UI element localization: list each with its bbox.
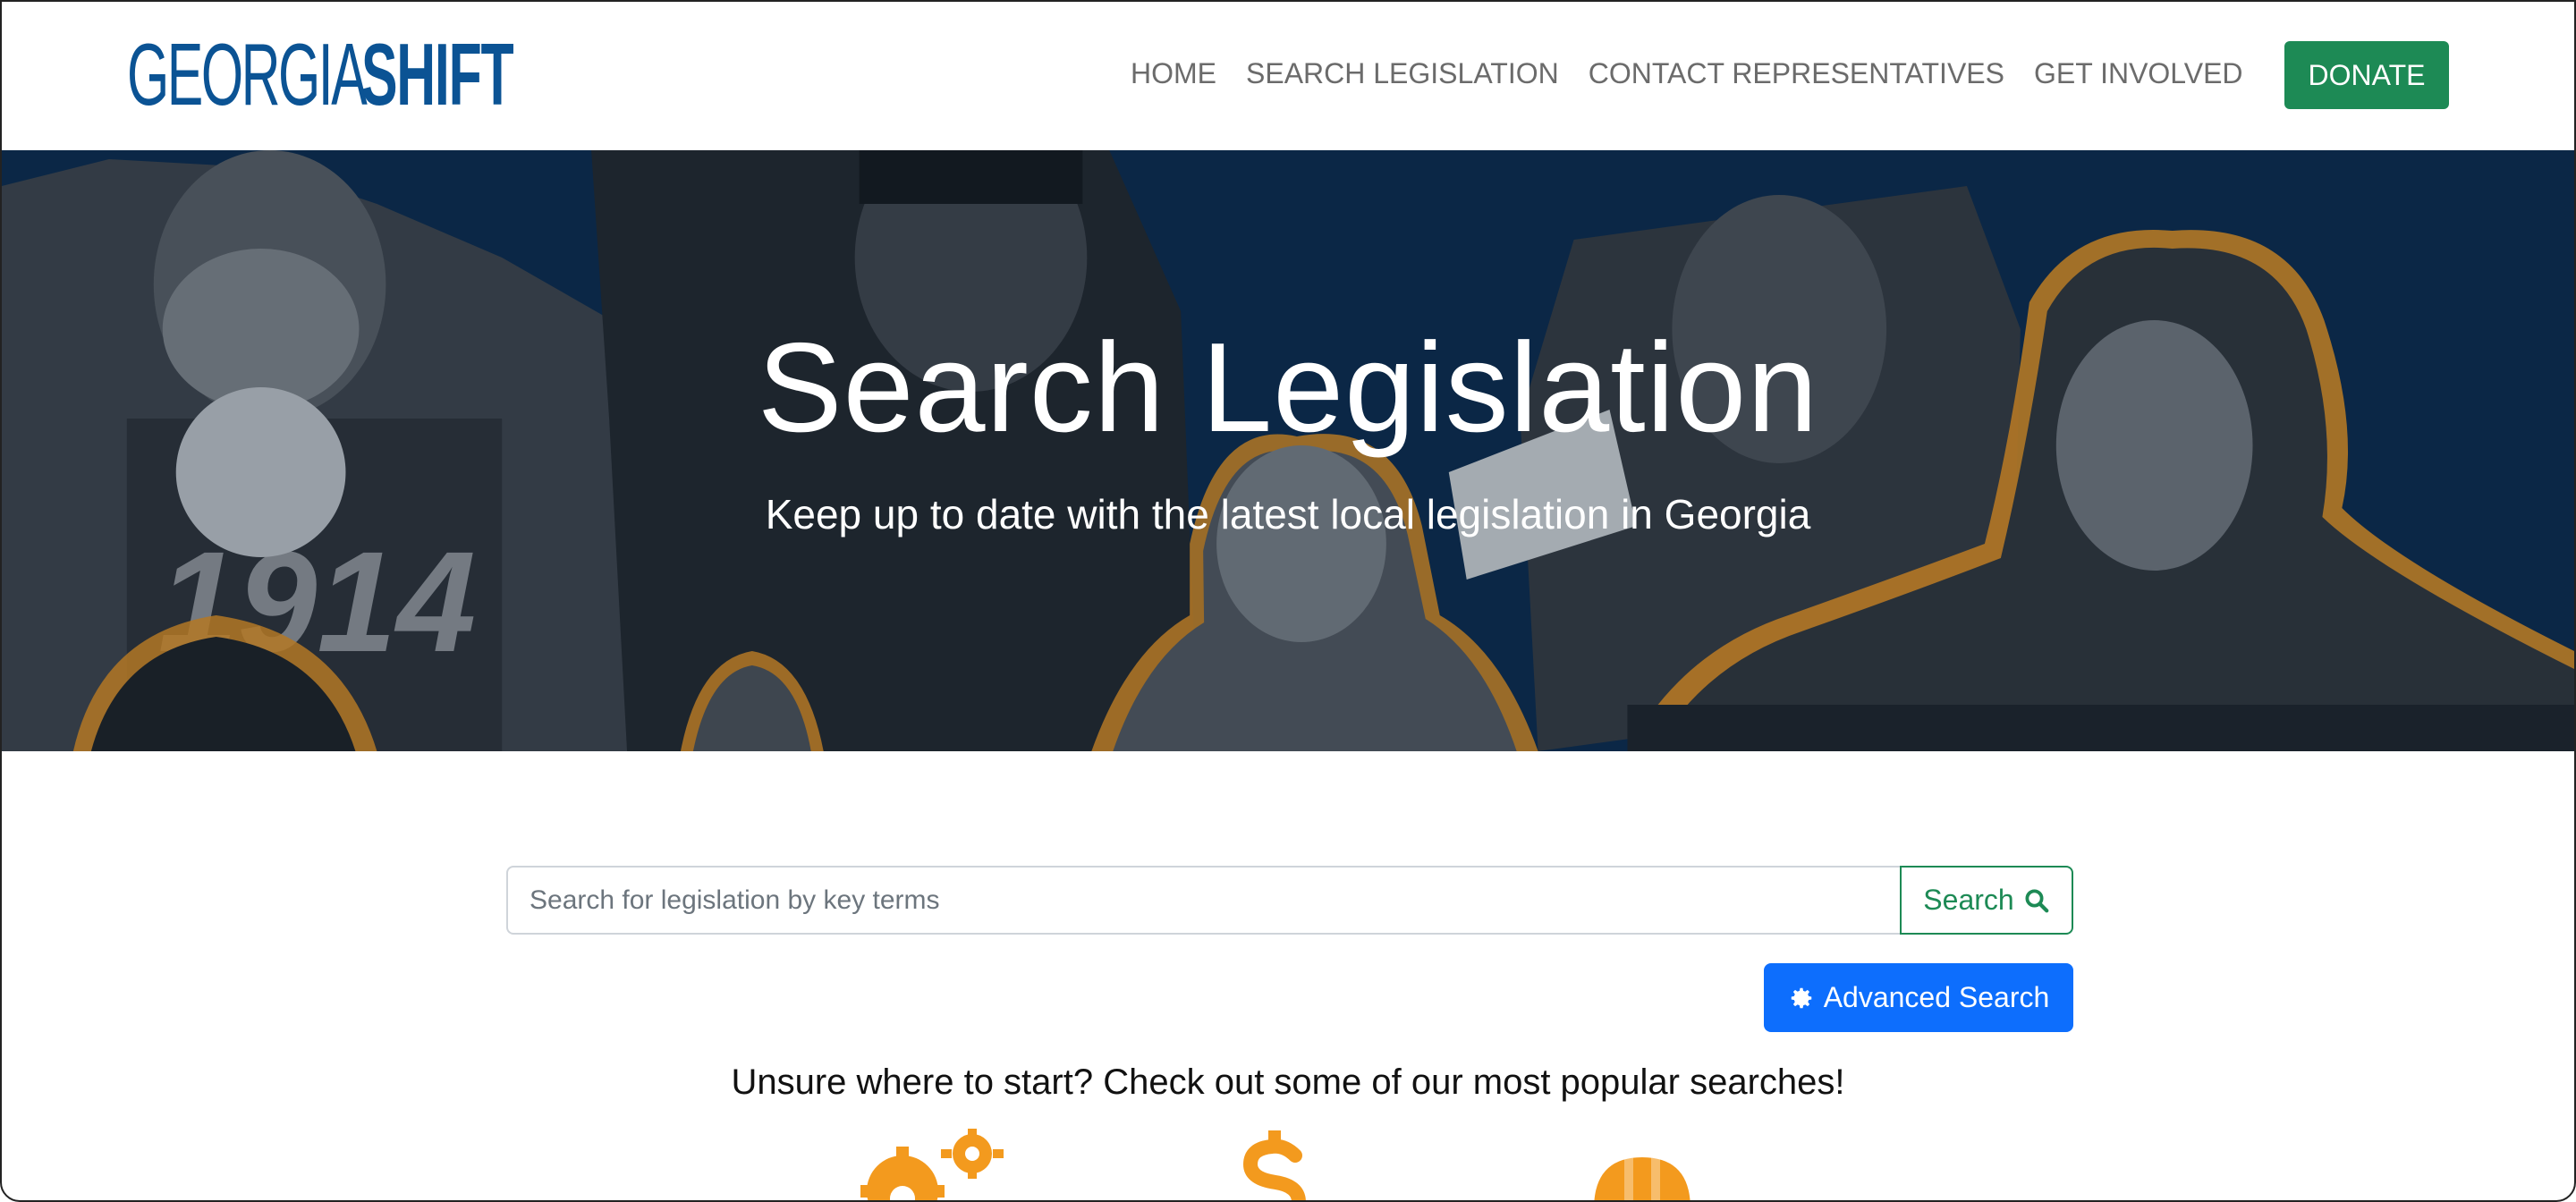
- search-input[interactable]: [506, 866, 1900, 935]
- main-nav: HOME SEARCH LEGISLATION CONTACT REPRESEN…: [1131, 57, 2273, 90]
- logo-text-georgia: GEORGIA: [127, 25, 368, 123]
- advanced-search-button[interactable]: Advanced Search: [1764, 963, 2073, 1032]
- hero-banner: 1914 Search Legislation Keep up to date …: [2, 150, 2574, 751]
- donate-button[interactable]: DONATE: [2284, 41, 2449, 109]
- browser-viewport: GEORGIA SHIFT HOME SEARCH LEGISLATION CO…: [0, 0, 2576, 1202]
- top-navbar: GEORGIA SHIFT HOME SEARCH LEGISLATION CO…: [2, 2, 2574, 150]
- nav-home[interactable]: HOME: [1131, 57, 1216, 90]
- popular-searches-heading: Unsure where to start? Check out some of…: [731, 1062, 1845, 1102]
- gear-icon: [1791, 987, 1811, 1008]
- dollar-icon[interactable]: [1240, 1130, 1311, 1202]
- popular-searches-icons: [2, 1129, 2574, 1202]
- georgia-shift-logo[interactable]: GEORGIA SHIFT: [127, 25, 537, 123]
- page-subtitle: Keep up to date with the latest local le…: [765, 491, 1811, 538]
- nav-get-involved[interactable]: GET INVOLVED: [2034, 57, 2243, 90]
- hard-hat-icon[interactable]: [1590, 1154, 1694, 1202]
- search-button-label: Search: [1923, 884, 2014, 916]
- page-title: Search Legislation: [757, 317, 1819, 459]
- gears-icon[interactable]: [852, 1129, 1004, 1202]
- advanced-search-label: Advanced Search: [1823, 981, 2050, 1013]
- search-bar: Search: [506, 866, 2073, 935]
- search-button[interactable]: Search: [1900, 866, 2073, 935]
- search-icon: [2025, 889, 2049, 912]
- nav-contact-representatives[interactable]: CONTACT REPRESENTATIVES: [1589, 57, 2004, 90]
- nav-search-legislation[interactable]: SEARCH LEGISLATION: [1246, 57, 1559, 90]
- logo-text-shift: SHIFT: [361, 25, 514, 123]
